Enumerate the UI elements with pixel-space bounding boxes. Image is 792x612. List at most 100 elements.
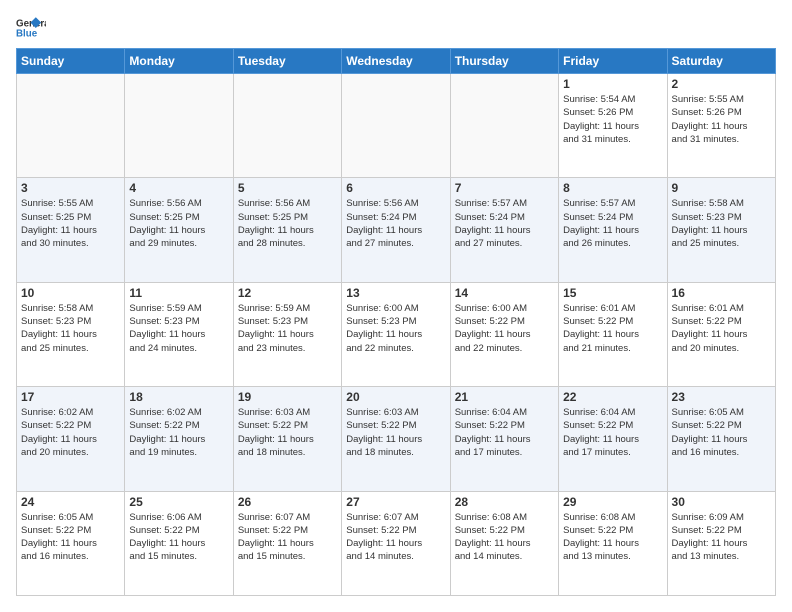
calendar-day-header: Friday	[559, 49, 667, 74]
calendar-day-cell: 6 Sunrise: 5:56 AM Sunset: 5:24 PM Daylig…	[342, 178, 450, 282]
calendar-day-header: Wednesday	[342, 49, 450, 74]
day-info: Sunrise: 5:58 AM Sunset: 5:23 PM Dayligh…	[21, 302, 120, 355]
day-info: Sunrise: 5:57 AM Sunset: 5:24 PM Dayligh…	[563, 197, 662, 250]
day-number: 1	[563, 77, 662, 91]
calendar-day-cell: 12 Sunrise: 5:59 AM Sunset: 5:23 PM Dayli…	[233, 282, 341, 386]
day-info: Sunrise: 6:02 AM Sunset: 5:22 PM Dayligh…	[129, 406, 228, 459]
day-number: 14	[455, 286, 554, 300]
calendar-day-cell: 4 Sunrise: 5:56 AM Sunset: 5:25 PM Daylig…	[125, 178, 233, 282]
calendar-day-cell: 16Sunrise: 6:01 AM Sunset: 5:22 PM Dayli…	[667, 282, 775, 386]
day-number: 4	[129, 181, 228, 195]
calendar-day-cell: 27 Sunrise: 6:07 AM Sunset: 5:22 PM Dayli…	[342, 491, 450, 595]
day-info: Sunrise: 6:00 AM Sunset: 5:23 PM Dayligh…	[346, 302, 445, 355]
day-info: Sunrise: 5:54 AM Sunset: 5:26 PM Dayligh…	[563, 93, 662, 146]
day-info: Sunrise: 5:57 AM Sunset: 5:24 PM Dayligh…	[455, 197, 554, 250]
day-number: 5	[238, 181, 337, 195]
day-number: 10	[21, 286, 120, 300]
day-number: 21	[455, 390, 554, 404]
day-number: 7	[455, 181, 554, 195]
calendar-day-header: Thursday	[450, 49, 558, 74]
calendar-week-row: 24 Sunrise: 6:05 AM Sunset: 5:22 PM Dayli…	[17, 491, 776, 595]
day-info: Sunrise: 6:01 AM Sunset: 5:22 PM Dayligh…	[563, 302, 662, 355]
page-header: General Blue	[16, 16, 776, 40]
calendar-day-cell	[233, 74, 341, 178]
day-info: Sunrise: 6:09 AM Sunset: 5:22 PM Dayligh…	[672, 511, 771, 564]
calendar-week-row: 1 Sunrise: 5:54 AM Sunset: 5:26 PM Daylig…	[17, 74, 776, 178]
day-info: Sunrise: 6:04 AM Sunset: 5:22 PM Dayligh…	[563, 406, 662, 459]
day-number: 2	[672, 77, 771, 91]
day-info: Sunrise: 6:05 AM Sunset: 5:22 PM Dayligh…	[21, 511, 120, 564]
day-number: 20	[346, 390, 445, 404]
day-info: Sunrise: 5:55 AM Sunset: 5:26 PM Dayligh…	[672, 93, 771, 146]
calendar-day-cell	[125, 74, 233, 178]
day-number: 29	[563, 495, 662, 509]
day-number: 11	[129, 286, 228, 300]
day-info: Sunrise: 5:59 AM Sunset: 5:23 PM Dayligh…	[238, 302, 337, 355]
calendar-day-cell	[450, 74, 558, 178]
calendar-day-cell: 26 Sunrise: 6:07 AM Sunset: 5:22 PM Dayli…	[233, 491, 341, 595]
day-number: 8	[563, 181, 662, 195]
calendar-day-cell	[17, 74, 125, 178]
day-number: 25	[129, 495, 228, 509]
day-number: 3	[21, 181, 120, 195]
day-info: Sunrise: 5:55 AM Sunset: 5:25 PM Dayligh…	[21, 197, 120, 250]
calendar-day-cell: 30 Sunrise: 6:09 AM Sunset: 5:22 PM Dayli…	[667, 491, 775, 595]
day-info: Sunrise: 6:07 AM Sunset: 5:22 PM Dayligh…	[346, 511, 445, 564]
day-info: Sunrise: 6:04 AM Sunset: 5:22 PM Dayligh…	[455, 406, 554, 459]
calendar-day-cell: 13 Sunrise: 6:00 AM Sunset: 5:23 PM Dayli…	[342, 282, 450, 386]
day-number: 26	[238, 495, 337, 509]
calendar-header-row: SundayMondayTuesdayWednesdayThursdayFrid…	[17, 49, 776, 74]
day-number: 13	[346, 286, 445, 300]
day-number: 16	[672, 286, 771, 300]
calendar-week-row: 3 Sunrise: 5:55 AM Sunset: 5:25 PM Daylig…	[17, 178, 776, 282]
logo: General Blue	[16, 16, 52, 40]
calendar-day-cell: 7 Sunrise: 5:57 AM Sunset: 5:24 PM Daylig…	[450, 178, 558, 282]
day-info: Sunrise: 6:07 AM Sunset: 5:22 PM Dayligh…	[238, 511, 337, 564]
day-number: 6	[346, 181, 445, 195]
day-info: Sunrise: 6:02 AM Sunset: 5:22 PM Dayligh…	[21, 406, 120, 459]
calendar-day-header: Monday	[125, 49, 233, 74]
calendar-day-cell: 11 Sunrise: 5:59 AM Sunset: 5:23 PM Dayli…	[125, 282, 233, 386]
day-number: 15	[563, 286, 662, 300]
day-info: Sunrise: 5:56 AM Sunset: 5:24 PM Dayligh…	[346, 197, 445, 250]
calendar-day-cell: 8 Sunrise: 5:57 AM Sunset: 5:24 PM Daylig…	[559, 178, 667, 282]
calendar-day-cell: 1 Sunrise: 5:54 AM Sunset: 5:26 PM Daylig…	[559, 74, 667, 178]
calendar-day-cell: 17 Sunrise: 6:02 AM Sunset: 5:22 PM Dayli…	[17, 387, 125, 491]
calendar-day-cell: 28 Sunrise: 6:08 AM Sunset: 5:22 PM Dayli…	[450, 491, 558, 595]
day-number: 27	[346, 495, 445, 509]
day-info: Sunrise: 5:56 AM Sunset: 5:25 PM Dayligh…	[129, 197, 228, 250]
day-number: 19	[238, 390, 337, 404]
day-number: 30	[672, 495, 771, 509]
calendar-day-cell: 25 Sunrise: 6:06 AM Sunset: 5:22 PM Dayli…	[125, 491, 233, 595]
calendar-day-cell	[342, 74, 450, 178]
day-info: Sunrise: 6:06 AM Sunset: 5:22 PM Dayligh…	[129, 511, 228, 564]
calendar-day-cell: 21 Sunrise: 6:04 AM Sunset: 5:22 PM Dayli…	[450, 387, 558, 491]
day-number: 28	[455, 495, 554, 509]
day-number: 24	[21, 495, 120, 509]
calendar-day-cell: 2 Sunrise: 5:55 AM Sunset: 5:26 PM Daylig…	[667, 74, 775, 178]
day-info: Sunrise: 5:59 AM Sunset: 5:23 PM Dayligh…	[129, 302, 228, 355]
day-info: Sunrise: 6:05 AM Sunset: 5:22 PM Dayligh…	[672, 406, 771, 459]
calendar-day-cell: 24 Sunrise: 6:05 AM Sunset: 5:22 PM Dayli…	[17, 491, 125, 595]
day-info: Sunrise: 6:00 AM Sunset: 5:22 PM Dayligh…	[455, 302, 554, 355]
day-number: 9	[672, 181, 771, 195]
svg-text:Blue: Blue	[16, 28, 38, 39]
day-number: 22	[563, 390, 662, 404]
calendar-day-header: Sunday	[17, 49, 125, 74]
calendar-day-cell: 18Sunrise: 6:02 AM Sunset: 5:22 PM Dayli…	[125, 387, 233, 491]
calendar-day-cell: 3 Sunrise: 5:55 AM Sunset: 5:25 PM Daylig…	[17, 178, 125, 282]
calendar-day-cell: 9Sunrise: 5:58 AM Sunset: 5:23 PM Daylig…	[667, 178, 775, 282]
day-number: 23	[672, 390, 771, 404]
calendar-week-row: 10 Sunrise: 5:58 AM Sunset: 5:23 PM Dayli…	[17, 282, 776, 386]
day-info: Sunrise: 5:56 AM Sunset: 5:25 PM Dayligh…	[238, 197, 337, 250]
calendar-day-cell: 5 Sunrise: 5:56 AM Sunset: 5:25 PM Daylig…	[233, 178, 341, 282]
day-info: Sunrise: 6:03 AM Sunset: 5:22 PM Dayligh…	[238, 406, 337, 459]
day-number: 12	[238, 286, 337, 300]
calendar-table: SundayMondayTuesdayWednesdayThursdayFrid…	[16, 48, 776, 596]
day-number: 17	[21, 390, 120, 404]
day-info: Sunrise: 6:03 AM Sunset: 5:22 PM Dayligh…	[346, 406, 445, 459]
calendar-day-cell: 22 Sunrise: 6:04 AM Sunset: 5:22 PM Dayli…	[559, 387, 667, 491]
day-info: Sunrise: 6:08 AM Sunset: 5:22 PM Dayligh…	[455, 511, 554, 564]
calendar-day-cell: 15 Sunrise: 6:01 AM Sunset: 5:22 PM Dayli…	[559, 282, 667, 386]
calendar-day-cell: 29Sunrise: 6:08 AM Sunset: 5:22 PM Dayli…	[559, 491, 667, 595]
